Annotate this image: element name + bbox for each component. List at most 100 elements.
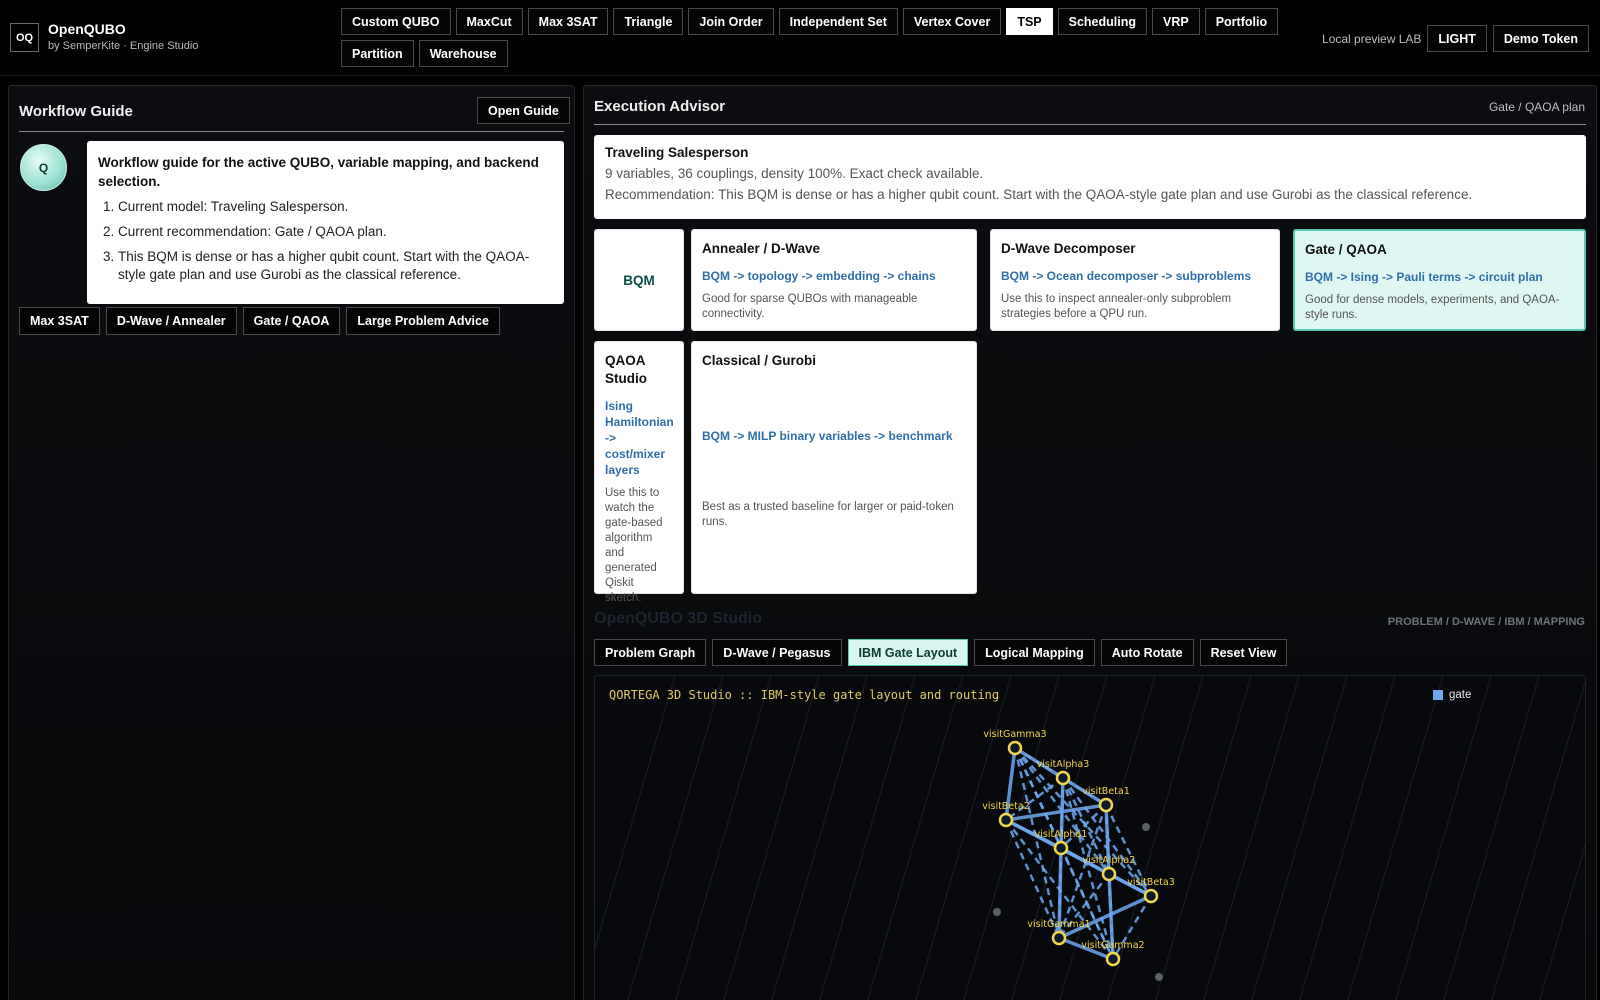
- tab-join-order[interactable]: Join Order: [688, 8, 774, 35]
- grid-line: [1203, 676, 1300, 1000]
- qubit-node-label: visitAlpha1: [1035, 829, 1088, 840]
- execution-advisor-subtitle: Gate / QAOA plan: [1488, 100, 1585, 114]
- backend-card-title: QAOA Studio: [605, 353, 647, 386]
- studio-tab-logical-mapping[interactable]: Logical Mapping: [974, 639, 1095, 666]
- qubit-node-label: visitBeta1: [1082, 786, 1130, 797]
- grid-line: [1395, 676, 1492, 1000]
- backend-card-title: Classical / Gurobi: [702, 353, 817, 368]
- tab-warehouse[interactable]: Warehouse: [418, 40, 508, 67]
- studio-tabs: Problem Graph D-Wave / Pegasus IBM Gate …: [594, 639, 1288, 666]
- background-point: [1142, 823, 1150, 831]
- backend-card-title: Annealer / D-Wave: [702, 241, 821, 256]
- summary-stats: 9 variables, 36 couplings, density 100%.…: [605, 166, 984, 181]
- grid-line: [771, 676, 868, 1000]
- grid-line: [1347, 676, 1444, 1000]
- tab-triangle[interactable]: Triangle: [613, 8, 684, 35]
- grid-line: [1583, 676, 1586, 1000]
- grid-line: [1443, 676, 1540, 1000]
- viewport-title: QORTEGA 3D Studio :: IBM-style gate layo…: [609, 688, 1000, 702]
- chip-gate-qaoa[interactable]: Gate / QAOA: [242, 307, 341, 335]
- grid-line: [1155, 676, 1252, 1000]
- app-header: OQ OpenQUBO by SemperKite · Engine Studi…: [0, 0, 1600, 76]
- qubit-node-label: visitGamma2: [1081, 940, 1144, 951]
- backend-card-path: Ising Hamiltonian -> cost/mixer layers: [605, 399, 674, 477]
- backend-card-decomposer[interactable]: D-Wave Decomposer BQM -> Ocean decompose…: [990, 229, 1280, 331]
- divider: [19, 131, 564, 132]
- studio-3d-viewport[interactable]: visitGamma3 visitAlpha3 visitBeta1 visitBet…: [594, 675, 1586, 1000]
- qubit-node: [1007, 740, 1023, 756]
- backend-card-desc: Use this to inspect annealer-only subpro…: [1001, 293, 1232, 320]
- tab-tsp[interactable]: TSP: [1006, 8, 1053, 35]
- chip-max-3sat[interactable]: Max 3SAT: [19, 307, 100, 335]
- guide-message-title: Workflow guide for the active QUBO, vari…: [98, 155, 539, 189]
- tab-maxcut[interactable]: MaxCut: [455, 8, 523, 35]
- qubit-node: [1098, 797, 1114, 813]
- gate-layout-graph: visitGamma3 visitAlpha3 visitBeta1 visitBet…: [595, 676, 1586, 1000]
- tab-vrp[interactable]: VRP: [1152, 8, 1200, 35]
- guide-step: This BQM is dense or has a higher qubit …: [118, 248, 553, 284]
- grid-line: [1251, 676, 1348, 1000]
- guide-step: Current model: Traveling Salesperson.: [118, 198, 553, 216]
- grid-line: [915, 676, 1012, 1000]
- open-guide-button[interactable]: Open Guide: [477, 97, 570, 124]
- viewport-legend: gate: [1433, 689, 1471, 701]
- tab-max-3sat[interactable]: Max 3SAT: [527, 8, 609, 35]
- qubit-node: [1101, 866, 1117, 882]
- studio-tab-problem-graph[interactable]: Problem Graph: [594, 639, 707, 666]
- chip-dwave-annealer[interactable]: D-Wave / Annealer: [105, 307, 237, 335]
- qubit-node: [1051, 930, 1067, 946]
- chip-large-problem-advice[interactable]: Large Problem Advice: [346, 307, 500, 335]
- execution-advisor-panel: Execution Advisor Gate / QAOA plan Trave…: [583, 85, 1597, 1000]
- backend-card-path: BQM -> topology -> embedding -> chains: [702, 269, 936, 283]
- backend-card-path: BQM -> MILP binary variables -> benchmar…: [702, 429, 953, 443]
- guide-step: Current recommendation: Gate / QAOA plan…: [118, 223, 553, 241]
- studio-subtitle: PROBLEM / D-WAVE / IBM / MAPPING: [1387, 616, 1585, 628]
- tab-portfolio[interactable]: Portfolio: [1204, 8, 1279, 35]
- tab-vertex-cover[interactable]: Vertex Cover: [902, 8, 1002, 35]
- backend-card-qaoa-studio[interactable]: QAOA Studio Ising Hamiltonian -> cost/mi…: [594, 341, 684, 604]
- grid-line: [675, 676, 772, 1000]
- studio-tab-dwave-pegasus[interactable]: D-Wave / Pegasus: [712, 639, 842, 666]
- execution-advisor-title: Execution Advisor: [594, 98, 726, 115]
- problem-summary-card: Traveling Salesperson 9 variables, 36 co…: [594, 135, 1586, 219]
- qubit-node-label: visitBeta2: [982, 801, 1030, 812]
- grid-line: [819, 676, 916, 1000]
- tab-custom-qubo[interactable]: Custom QUBO: [341, 8, 451, 35]
- backend-card-annealer[interactable]: Annealer / D-Wave BQM -> topology -> emb…: [691, 229, 977, 331]
- theme-toggle-button[interactable]: LIGHT: [1427, 25, 1487, 52]
- studio-tab-ibm-gate-layout[interactable]: IBM Gate Layout: [847, 639, 969, 666]
- app-logo: OQ: [10, 23, 39, 52]
- qubit-node: [998, 812, 1014, 828]
- grid-line: [1539, 844, 1585, 1000]
- guide-steps: Current model: Traveling Salesperson. Cu…: [98, 198, 553, 284]
- backend-card-title: Gate / QAOA: [1305, 242, 1387, 257]
- app-subtitle: by SemperKite · Engine Studio: [48, 40, 199, 52]
- header-actions: Local preview LAB LIGHT Demo Token: [1322, 25, 1589, 52]
- tab-independent-set[interactable]: Independent Set: [778, 8, 898, 35]
- tab-scheduling[interactable]: Scheduling: [1057, 8, 1147, 35]
- qubit-node: [1143, 888, 1159, 904]
- demo-token-button[interactable]: Demo Token: [1492, 25, 1589, 52]
- summary-title: Traveling Salesperson: [605, 145, 749, 160]
- backend-card-path: BQM -> Ocean decomposer -> subproblems: [1001, 269, 1252, 283]
- qubit-node: [1105, 951, 1121, 967]
- auto-rotate-button[interactable]: Auto Rotate: [1100, 639, 1194, 666]
- guide-chips: Max 3SAT D-Wave / Annealer Gate / QAOA L…: [19, 307, 500, 335]
- backend-card-gate-qaoa[interactable]: Gate / QAOA BQM -> Ising -> Pauli terms …: [1293, 229, 1586, 331]
- legend-swatch: [1433, 690, 1443, 700]
- grid-line: [867, 676, 964, 1000]
- qubit-node-label: visitAlpha2: [1083, 855, 1136, 866]
- summary-recommendation: Recommendation: This BQM is dense or has…: [605, 187, 1473, 202]
- qubit-node-label: visitAlpha3: [1037, 759, 1090, 770]
- reset-view-button[interactable]: Reset View: [1199, 639, 1288, 666]
- backend-card-classical[interactable]: Classical / Gurobi BQM -> MILP binary va…: [691, 341, 977, 594]
- bqm-node-card: BQM: [594, 229, 684, 331]
- qubit-node-label: visitBeta3: [1127, 877, 1175, 888]
- backend-card-desc: Good for sparse QUBOs with manageable co…: [702, 293, 918, 320]
- grid-line: [1491, 681, 1585, 1000]
- preview-label: Local preview LAB: [1322, 31, 1422, 46]
- qubit-node-label: visitGamma3: [983, 729, 1046, 740]
- assistant-avatar: Q: [20, 144, 67, 191]
- tab-partition[interactable]: Partition: [341, 40, 414, 67]
- grid-line: [723, 676, 820, 1000]
